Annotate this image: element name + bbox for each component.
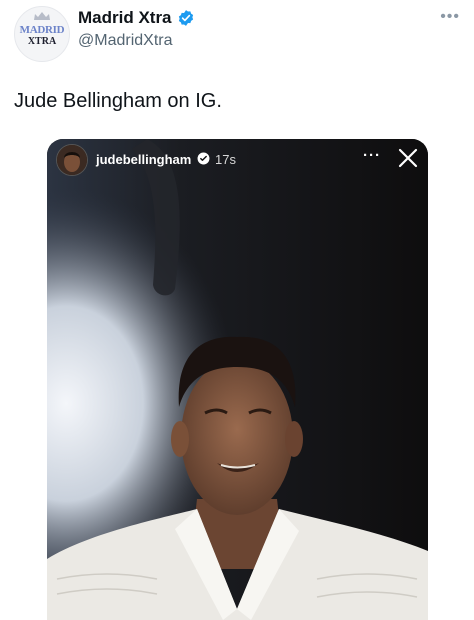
story-username[interactable]: judebellingham bbox=[96, 152, 191, 167]
story-timestamp: 17s bbox=[215, 152, 236, 167]
account-handle[interactable]: @MadridXtra bbox=[78, 32, 173, 50]
story-verified-icon bbox=[197, 152, 210, 165]
close-icon[interactable] bbox=[396, 146, 420, 170]
selfie-photo bbox=[47, 139, 428, 620]
story-avatar[interactable] bbox=[56, 144, 88, 176]
name-row: Madrid Xtra bbox=[78, 8, 195, 28]
avatar-logo-text: MADRID bbox=[19, 24, 65, 36]
tweet-text: Jude Bellingham on IG. bbox=[14, 90, 222, 112]
story-avatar-portrait bbox=[57, 145, 87, 175]
verified-badge-icon bbox=[178, 10, 193, 26]
story-header: judebellingham 17s ··· bbox=[47, 139, 428, 185]
account-avatar[interactable]: MADRID XTRA bbox=[14, 6, 70, 62]
tweet-header: MADRID XTRA Madrid Xtra @MadridXtra ••• bbox=[0, 0, 474, 70]
story-more-icon[interactable]: ··· bbox=[363, 147, 381, 164]
avatar-logo-subtext: XTRA bbox=[27, 36, 57, 47]
tweet-media-image[interactable]: judebellingham 17s ··· bbox=[47, 139, 428, 620]
more-horizontal-icon[interactable]: ••• bbox=[440, 8, 460, 26]
crown-icon bbox=[34, 12, 50, 20]
display-name[interactable]: Madrid Xtra bbox=[78, 8, 172, 28]
